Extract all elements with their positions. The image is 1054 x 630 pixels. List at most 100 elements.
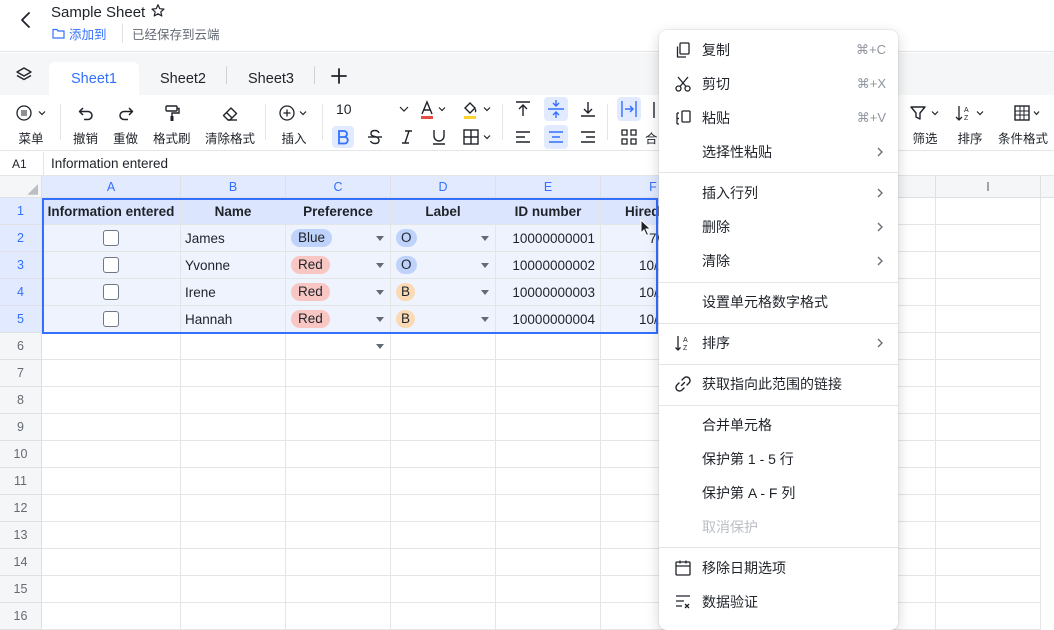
column-header[interactable]: A — [42, 176, 181, 198]
align-top-icon[interactable] — [514, 100, 532, 118]
row-header[interactable]: 14 — [0, 549, 42, 576]
grid-cell[interactable] — [936, 279, 1041, 306]
dropdown-arrow-icon[interactable] — [376, 317, 384, 322]
row-header[interactable]: 9 — [0, 414, 42, 441]
grid-cell[interactable] — [391, 360, 496, 387]
grid-cell[interactable] — [286, 333, 391, 360]
dropdown-arrow-icon[interactable] — [481, 317, 489, 322]
grid-cell[interactable] — [936, 198, 1041, 225]
menu-item-get-link[interactable]: 获取指向此范围的链接 — [659, 367, 898, 401]
filter-button[interactable]: 筛选 — [910, 104, 940, 147]
row-header[interactable]: 10 — [0, 441, 42, 468]
grid-cell[interactable] — [42, 252, 181, 279]
grid-cell[interactable] — [496, 576, 601, 603]
grid-cell[interactable] — [496, 549, 601, 576]
tab-sheet2[interactable]: Sheet2 — [144, 62, 222, 95]
font-color-icon[interactable] — [418, 100, 452, 120]
select-all-corner[interactable] — [0, 176, 42, 198]
menu-item-clear[interactable]: 清除 — [659, 244, 898, 278]
checkbox[interactable] — [103, 257, 119, 273]
grid-cell[interactable] — [936, 522, 1041, 549]
grid-cell[interactable]: O — [391, 225, 496, 252]
redo-button[interactable]: 重做 — [113, 104, 138, 147]
grid-cell[interactable]: Label — [391, 198, 496, 225]
row-header[interactable]: 5 — [0, 306, 42, 333]
grid-cell[interactable]: Information entered — [42, 198, 181, 225]
star-icon[interactable] — [150, 3, 166, 19]
add-to-folder-button[interactable]: 添加到 — [52, 24, 107, 43]
grid-cell[interactable]: Hannah — [181, 306, 286, 333]
grid-cell[interactable] — [42, 468, 181, 495]
grid-cell[interactable]: O — [391, 252, 496, 279]
row-header[interactable]: 3 — [0, 252, 42, 279]
dropdown-arrow-icon[interactable] — [376, 344, 384, 349]
dropdown-arrow-icon[interactable] — [481, 290, 489, 295]
grid-cell[interactable]: Preference — [286, 198, 391, 225]
conditional-format-button[interactable]: 条件格式 — [998, 104, 1048, 147]
grid-cell[interactable] — [391, 333, 496, 360]
menu-item-paste[interactable]: 粘贴 ⌘+V — [659, 101, 898, 135]
grid-cell[interactable] — [42, 549, 181, 576]
dropdown-arrow-icon[interactable] — [481, 263, 489, 268]
grid-cell[interactable] — [496, 360, 601, 387]
grid-cell[interactable] — [286, 603, 391, 630]
grid-cell[interactable] — [936, 360, 1041, 387]
menu-item-copy[interactable]: 复制 ⌘+C — [659, 33, 898, 67]
clear-format-button[interactable]: 清除格式 — [205, 104, 255, 147]
menu-button[interactable]: 菜单 — [14, 104, 48, 147]
grid-cell[interactable]: 10000000001 — [496, 225, 601, 252]
dropdown-arrow-icon[interactable] — [376, 236, 384, 241]
menu-item-cut[interactable]: 剪切 ⌘+X — [659, 67, 898, 101]
formula-input[interactable]: Information entered — [51, 156, 168, 171]
grid-cell[interactable]: B — [391, 306, 496, 333]
grid-cell[interactable] — [391, 603, 496, 630]
grid-cell[interactable] — [936, 549, 1041, 576]
dropdown-arrow-icon[interactable] — [376, 290, 384, 295]
grid-cell[interactable] — [391, 441, 496, 468]
italic-icon[interactable] — [398, 128, 416, 146]
sort-button[interactable]: AZ 排序 — [955, 104, 985, 147]
grid-cell[interactable] — [391, 549, 496, 576]
add-sheet-icon[interactable] — [329, 66, 349, 86]
menu-item-protect-rows[interactable]: 保护第 1 - 5 行 — [659, 442, 898, 476]
grid-cell[interactable] — [496, 414, 601, 441]
grid-cell[interactable] — [42, 495, 181, 522]
grid-cell[interactable] — [936, 576, 1041, 603]
grid-cell[interactable]: Irene — [181, 279, 286, 306]
grid-cell[interactable] — [42, 360, 181, 387]
row-header[interactable]: 15 — [0, 576, 42, 603]
row-header[interactable]: 1 — [0, 198, 42, 225]
column-header[interactable]: C — [286, 176, 391, 198]
grid-cell[interactable] — [391, 495, 496, 522]
checkbox[interactable] — [103, 311, 119, 327]
grid-cell[interactable]: 10000000002 — [496, 252, 601, 279]
dropdown-arrow-icon[interactable] — [376, 263, 384, 268]
row-header[interactable]: 6 — [0, 333, 42, 360]
grid-cell[interactable] — [286, 441, 391, 468]
grid-cell[interactable] — [936, 252, 1041, 279]
grid-cell[interactable] — [391, 522, 496, 549]
grid-cell[interactable] — [42, 225, 181, 252]
menu-item-delete[interactable]: 删除 — [659, 210, 898, 244]
grid-cell[interactable]: ID number — [496, 198, 601, 225]
row-header[interactable]: 13 — [0, 522, 42, 549]
row-header[interactable]: 8 — [0, 387, 42, 414]
grid-cell[interactable] — [42, 441, 181, 468]
grid-cell[interactable] — [181, 549, 286, 576]
strikethrough-icon[interactable] — [366, 128, 384, 146]
grid-cell[interactable] — [42, 333, 181, 360]
grid-cell[interactable] — [286, 360, 391, 387]
menu-item-number-format[interactable]: 设置单元格数字格式 — [659, 285, 898, 319]
document-title[interactable]: Sample Sheet — [51, 4, 145, 21]
grid-cell[interactable] — [936, 306, 1041, 333]
borders-icon[interactable] — [462, 128, 496, 146]
grid-cell[interactable] — [286, 549, 391, 576]
grid-cell[interactable]: B — [391, 279, 496, 306]
grid-cell[interactable] — [286, 495, 391, 522]
row-header[interactable]: 16 — [0, 603, 42, 630]
grid-cell[interactable] — [42, 603, 181, 630]
grid-cell[interactable] — [496, 522, 601, 549]
grid-cell[interactable]: Name — [181, 198, 286, 225]
grid-cell[interactable] — [391, 414, 496, 441]
grid-cell[interactable] — [286, 576, 391, 603]
